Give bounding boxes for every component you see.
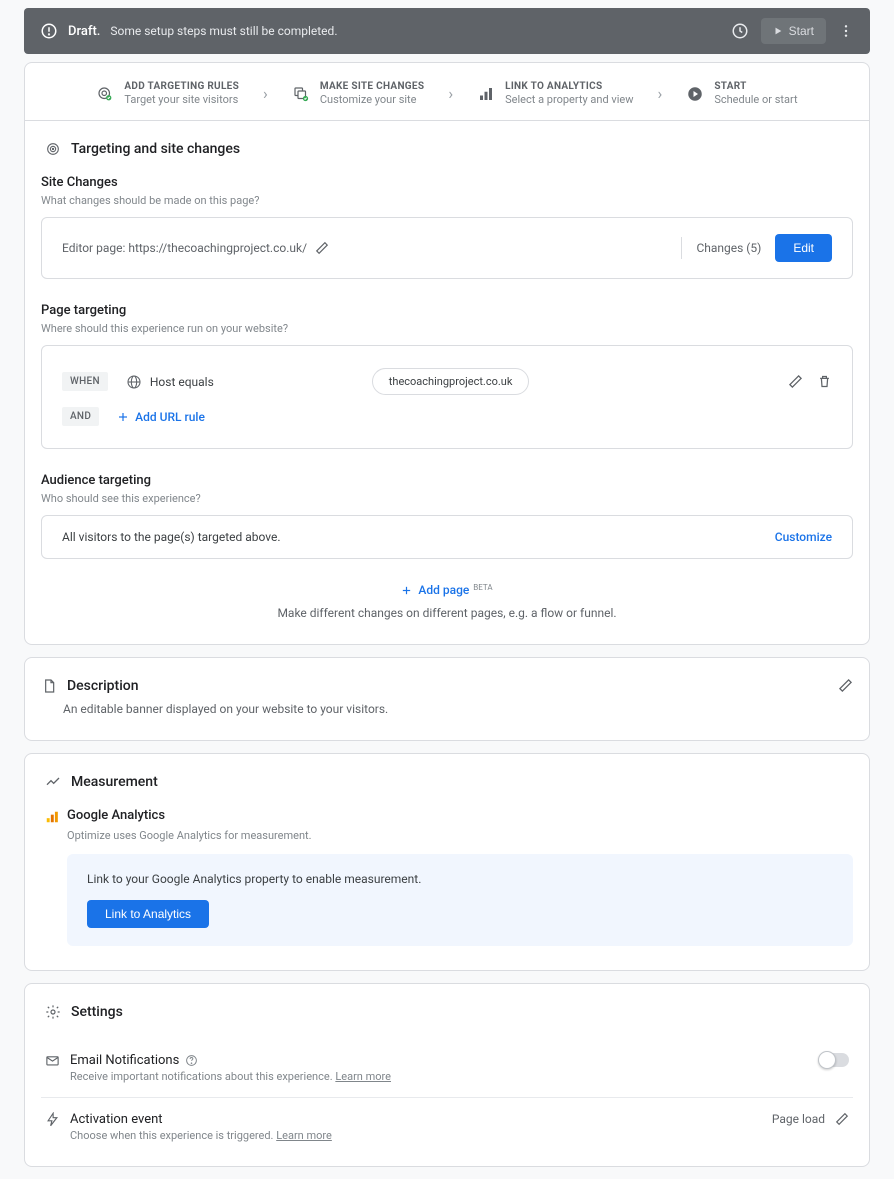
step-start[interactable]: STARTSchedule or start bbox=[686, 81, 797, 106]
banner-status: Draft. bbox=[68, 24, 100, 39]
add-page-label: Add page bbox=[418, 583, 469, 597]
edit-description-icon[interactable] bbox=[838, 678, 853, 693]
site-changes-heading: Site Changes bbox=[41, 175, 853, 190]
audience-desc: Who should see this experience? bbox=[41, 492, 853, 505]
editor-card: Editor page: https://thecoachingproject.… bbox=[41, 217, 853, 279]
audience-value: All visitors to the page(s) targeted abo… bbox=[62, 530, 281, 544]
learn-more-link[interactable]: Learn more bbox=[335, 1070, 391, 1083]
trend-icon bbox=[45, 774, 61, 790]
beta-badge: BETA bbox=[473, 583, 492, 592]
rule-type: Host equals bbox=[126, 374, 214, 390]
step-site-changes[interactable]: MAKE SITE CHANGESCustomize your site bbox=[292, 81, 424, 106]
rule-value-pill[interactable]: thecoachingproject.co.uk bbox=[372, 368, 530, 395]
settings-activation-row: Activation event Choose when this experi… bbox=[41, 1097, 853, 1156]
help-icon[interactable] bbox=[185, 1054, 198, 1067]
ga-logo-icon bbox=[45, 810, 59, 824]
activation-value: Page load bbox=[772, 1112, 825, 1126]
rule-row: WHEN Host equals thecoachingproject.co.u… bbox=[62, 362, 832, 401]
changes-count[interactable]: Changes (5) bbox=[696, 241, 761, 255]
edit-rule-icon[interactable] bbox=[788, 374, 803, 389]
rule-label-text: Host equals bbox=[150, 375, 214, 389]
document-icon bbox=[41, 678, 57, 694]
alert-icon bbox=[40, 22, 58, 40]
email-toggle[interactable] bbox=[819, 1053, 849, 1067]
step-targeting[interactable]: ADD TARGETING RULESTarget your site visi… bbox=[96, 81, 239, 106]
description-panel: Description An editable banner displayed… bbox=[24, 657, 870, 741]
add-rule-row: AND Add URL rule bbox=[62, 401, 832, 432]
activation-desc: Choose when this experience is triggered… bbox=[70, 1129, 762, 1142]
learn-more-link[interactable]: Learn more bbox=[276, 1129, 332, 1142]
link-analytics-box: Link to your Google Analytics property t… bbox=[67, 854, 853, 946]
step-subtitle: Schedule or start bbox=[714, 93, 797, 106]
stepper: ADD TARGETING RULESTarget your site visi… bbox=[24, 62, 870, 120]
audience-card: All visitors to the page(s) targeted abo… bbox=[41, 515, 853, 559]
ga-desc: Optimize uses Google Analytics for measu… bbox=[67, 829, 853, 842]
crosshair-icon bbox=[45, 141, 61, 157]
copy-icon bbox=[292, 85, 310, 103]
bolt-icon bbox=[45, 1112, 60, 1127]
activation-title: Activation event bbox=[70, 1112, 762, 1127]
step-title: START bbox=[714, 81, 797, 93]
edit-activation-icon[interactable] bbox=[835, 1112, 849, 1126]
step-title: ADD TARGETING RULES bbox=[124, 81, 239, 93]
add-url-rule-link[interactable]: Add URL rule bbox=[117, 410, 205, 424]
step-title: LINK TO ANALYTICS bbox=[505, 81, 633, 93]
settings-panel: Settings Email Notifications Receive imp… bbox=[24, 983, 870, 1167]
page-targeting-desc: Where should this experience run on your… bbox=[41, 322, 853, 335]
step-subtitle: Target your site visitors bbox=[124, 93, 239, 106]
when-chip: WHEN bbox=[62, 372, 108, 391]
start-button[interactable]: Start bbox=[761, 18, 826, 44]
section-title: Targeting and site changes bbox=[71, 141, 240, 157]
more-icon[interactable] bbox=[838, 23, 854, 39]
section-title: Description bbox=[67, 678, 139, 694]
settings-email-row: Email Notifications Receive important no… bbox=[41, 1038, 853, 1097]
play-circle-icon bbox=[686, 85, 704, 103]
delete-rule-icon[interactable] bbox=[817, 374, 832, 389]
start-button-label: Start bbox=[789, 24, 814, 38]
site-changes-desc: What changes should be made on this page… bbox=[41, 194, 853, 207]
customize-link[interactable]: Customize bbox=[775, 530, 832, 544]
audience-heading: Audience targeting bbox=[41, 473, 853, 488]
add-url-rule-label: Add URL rule bbox=[135, 410, 205, 424]
chevron-right-icon: › bbox=[448, 84, 453, 103]
and-chip: AND bbox=[62, 407, 99, 426]
divider bbox=[681, 237, 682, 259]
step-subtitle: Customize your site bbox=[320, 93, 424, 106]
ga-title: Google Analytics bbox=[67, 808, 165, 823]
link-analytics-text: Link to your Google Analytics property t… bbox=[87, 872, 833, 886]
page-targeting-card: WHEN Host equals thecoachingproject.co.u… bbox=[41, 345, 853, 449]
link-analytics-button[interactable]: Link to Analytics bbox=[87, 900, 209, 928]
description-text: An editable banner displayed on your web… bbox=[63, 702, 853, 716]
step-link-analytics[interactable]: LINK TO ANALYTICSSelect a property and v… bbox=[477, 81, 633, 106]
gear-icon bbox=[45, 1004, 61, 1020]
history-icon[interactable] bbox=[731, 22, 749, 40]
email-notifications-desc: Receive important notifications about th… bbox=[70, 1070, 809, 1083]
status-banner: Draft. Some setup steps must still be co… bbox=[24, 8, 870, 54]
targeting-panel: Targeting and site changes Site Changes … bbox=[24, 120, 870, 645]
page-targeting-heading: Page targeting bbox=[41, 303, 853, 318]
section-title: Measurement bbox=[71, 774, 158, 790]
banner-message: Some setup steps must still be completed… bbox=[110, 24, 337, 38]
section-title: Settings bbox=[71, 1004, 123, 1020]
edit-button[interactable]: Edit bbox=[775, 234, 832, 262]
step-title: MAKE SITE CHANGES bbox=[320, 81, 424, 93]
analytics-icon bbox=[477, 85, 495, 103]
mail-icon bbox=[45, 1053, 60, 1068]
add-page-link[interactable]: Add page bbox=[401, 583, 469, 597]
edit-url-icon[interactable] bbox=[315, 241, 329, 255]
editor-page-label: Editor page: https://thecoachingproject.… bbox=[62, 241, 307, 255]
chevron-right-icon: › bbox=[658, 84, 663, 103]
measurement-panel: Measurement Google Analytics Optimize us… bbox=[24, 753, 870, 971]
globe-icon bbox=[126, 374, 142, 390]
email-notifications-title: Email Notifications bbox=[70, 1053, 179, 1068]
add-page-desc: Make different changes on different page… bbox=[41, 606, 853, 620]
target-icon bbox=[96, 85, 114, 103]
step-subtitle: Select a property and view bbox=[505, 93, 633, 106]
chevron-right-icon: › bbox=[263, 84, 268, 103]
